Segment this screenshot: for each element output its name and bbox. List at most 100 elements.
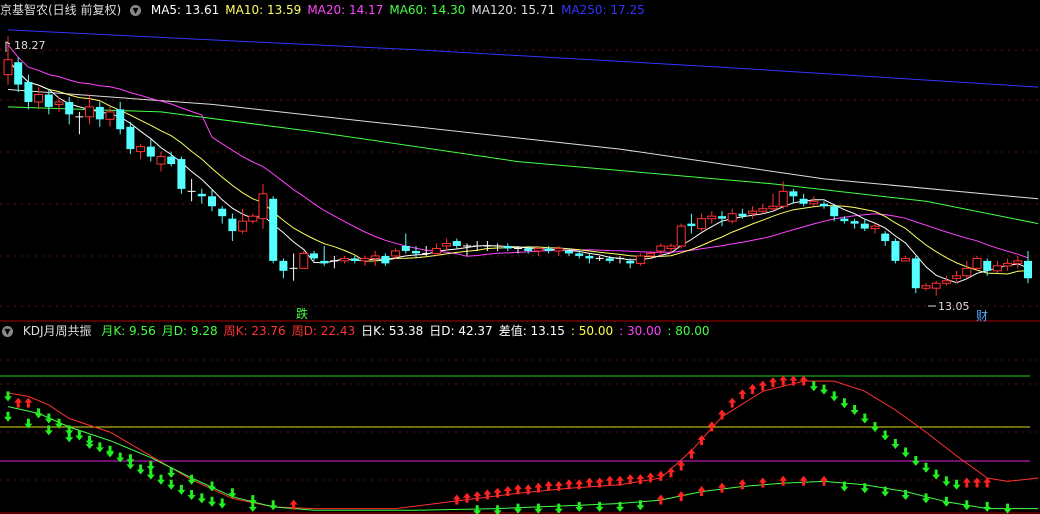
monthly-k-line	[7, 406, 1039, 511]
annotations: 18.27 13.05 跌 财	[5, 39, 988, 323]
arrow-down-icon	[922, 493, 930, 504]
arrow-up-icon	[452, 494, 461, 505]
candle-body	[635, 255, 645, 264]
candle-body	[758, 208, 768, 212]
candle-body	[830, 206, 839, 217]
arrow-up-icon	[677, 491, 686, 502]
candle-body	[809, 200, 819, 205]
ma60-line	[7, 106, 1039, 225]
legend-item: 周K: 23.76	[223, 324, 286, 338]
high-price-label: 18.27	[14, 39, 46, 52]
candle-body	[666, 245, 676, 249]
stock-chart[interactable]: 18.27 13.05 跌 财	[0, 0, 1040, 514]
candle-body	[156, 156, 166, 165]
candle-body	[65, 101, 74, 115]
arrow-up-icon	[738, 479, 747, 490]
candle-body	[992, 265, 1002, 272]
arrow-down-icon	[840, 398, 849, 409]
arrow-down-icon	[44, 413, 53, 424]
candle-body	[1024, 260, 1032, 279]
candle-body	[870, 225, 880, 230]
ma120-line	[7, 89, 1039, 200]
stock-name: 京基智农(日线 前复权)	[0, 3, 122, 17]
candle-body	[1013, 260, 1023, 264]
arrow-up-icon	[973, 477, 981, 488]
chevron-down-icon[interactable]: ▼	[130, 5, 142, 16]
candle-body	[105, 111, 115, 120]
candle-body	[320, 260, 329, 264]
candle-body	[431, 247, 441, 254]
arrow-up-icon	[544, 480, 553, 491]
arrow-up-icon	[799, 475, 808, 486]
candle-body	[126, 126, 135, 150]
candle-body	[575, 253, 584, 256]
arrow-up-icon	[605, 475, 614, 486]
candle-body	[972, 257, 982, 269]
candle-body	[931, 282, 941, 289]
arrow-up-icon	[962, 477, 971, 488]
arrow-down-icon	[197, 493, 206, 504]
arrow-down-icon	[871, 422, 879, 432]
arrow-up-icon	[463, 492, 471, 503]
candle-body	[533, 247, 543, 252]
candle-body	[860, 223, 869, 229]
candle-body	[952, 275, 962, 279]
candle-body	[228, 218, 237, 232]
arrow-up-icon	[748, 384, 757, 394]
candle-body	[676, 225, 686, 247]
candle-body	[799, 198, 808, 204]
arrow-down-icon	[167, 479, 176, 490]
arrow-down-icon	[514, 503, 522, 514]
candle-body	[208, 196, 216, 207]
candle-body	[891, 241, 900, 261]
arrow-down-icon	[187, 490, 196, 500]
candle-body	[503, 245, 512, 249]
candle-body	[85, 106, 95, 118]
arrow-down-icon	[136, 464, 145, 475]
arrow-down-icon	[65, 432, 74, 443]
candle-body	[412, 250, 420, 254]
arrow-down-icon	[146, 461, 155, 472]
arrow-down-icon	[952, 479, 961, 490]
arrow-down-icon	[850, 405, 859, 415]
candle-body	[146, 146, 155, 157]
candle-body	[921, 285, 931, 289]
candle-body	[452, 241, 461, 246]
candle-body	[24, 82, 33, 102]
candle-body	[820, 203, 828, 207]
legend-item: 月D: 9.28	[161, 324, 218, 338]
arrow-down-icon	[554, 503, 563, 514]
arrow-down-icon	[4, 411, 12, 422]
arrow-down-icon	[106, 445, 114, 456]
candle-body	[850, 221, 859, 224]
arrow-down-icon	[830, 391, 839, 402]
arrow-up-icon	[779, 475, 788, 486]
arrow-up-icon	[697, 486, 706, 496]
candle-body	[789, 191, 798, 197]
arrow-down-icon	[575, 501, 584, 512]
candle-body	[350, 258, 359, 261]
candle-body	[738, 213, 747, 217]
legend-item: 日D: 42.37	[429, 324, 493, 338]
ma250-line	[7, 29, 1039, 88]
candle-body	[901, 257, 911, 262]
chevron-down-icon[interactable]: ▼	[2, 326, 13, 337]
kdj-arrows	[4, 375, 1012, 514]
arrow-up-icon	[656, 494, 665, 505]
candle-body	[1003, 262, 1013, 267]
candle-body	[524, 248, 533, 251]
arrow-down-icon	[809, 381, 818, 392]
badge-die: 跌	[296, 306, 308, 321]
candle-body	[626, 260, 635, 264]
candle-body	[238, 220, 248, 232]
sub-indicator-name: KDJ月周共振	[22, 324, 92, 338]
legend-item: 周D: 22.43	[291, 324, 356, 338]
candle-body	[391, 250, 401, 257]
candle-body	[116, 109, 125, 130]
arrow-down-icon	[157, 474, 165, 485]
ma-indicators: MA5: 13.61 MA10: 13.59 MA20: 14.17 MA60: 14…	[151, 3, 651, 17]
sub-grid	[0, 359, 1040, 481]
candle-body	[962, 267, 972, 277]
candle-body	[554, 247, 564, 252]
main-grid	[0, 49, 1040, 514]
